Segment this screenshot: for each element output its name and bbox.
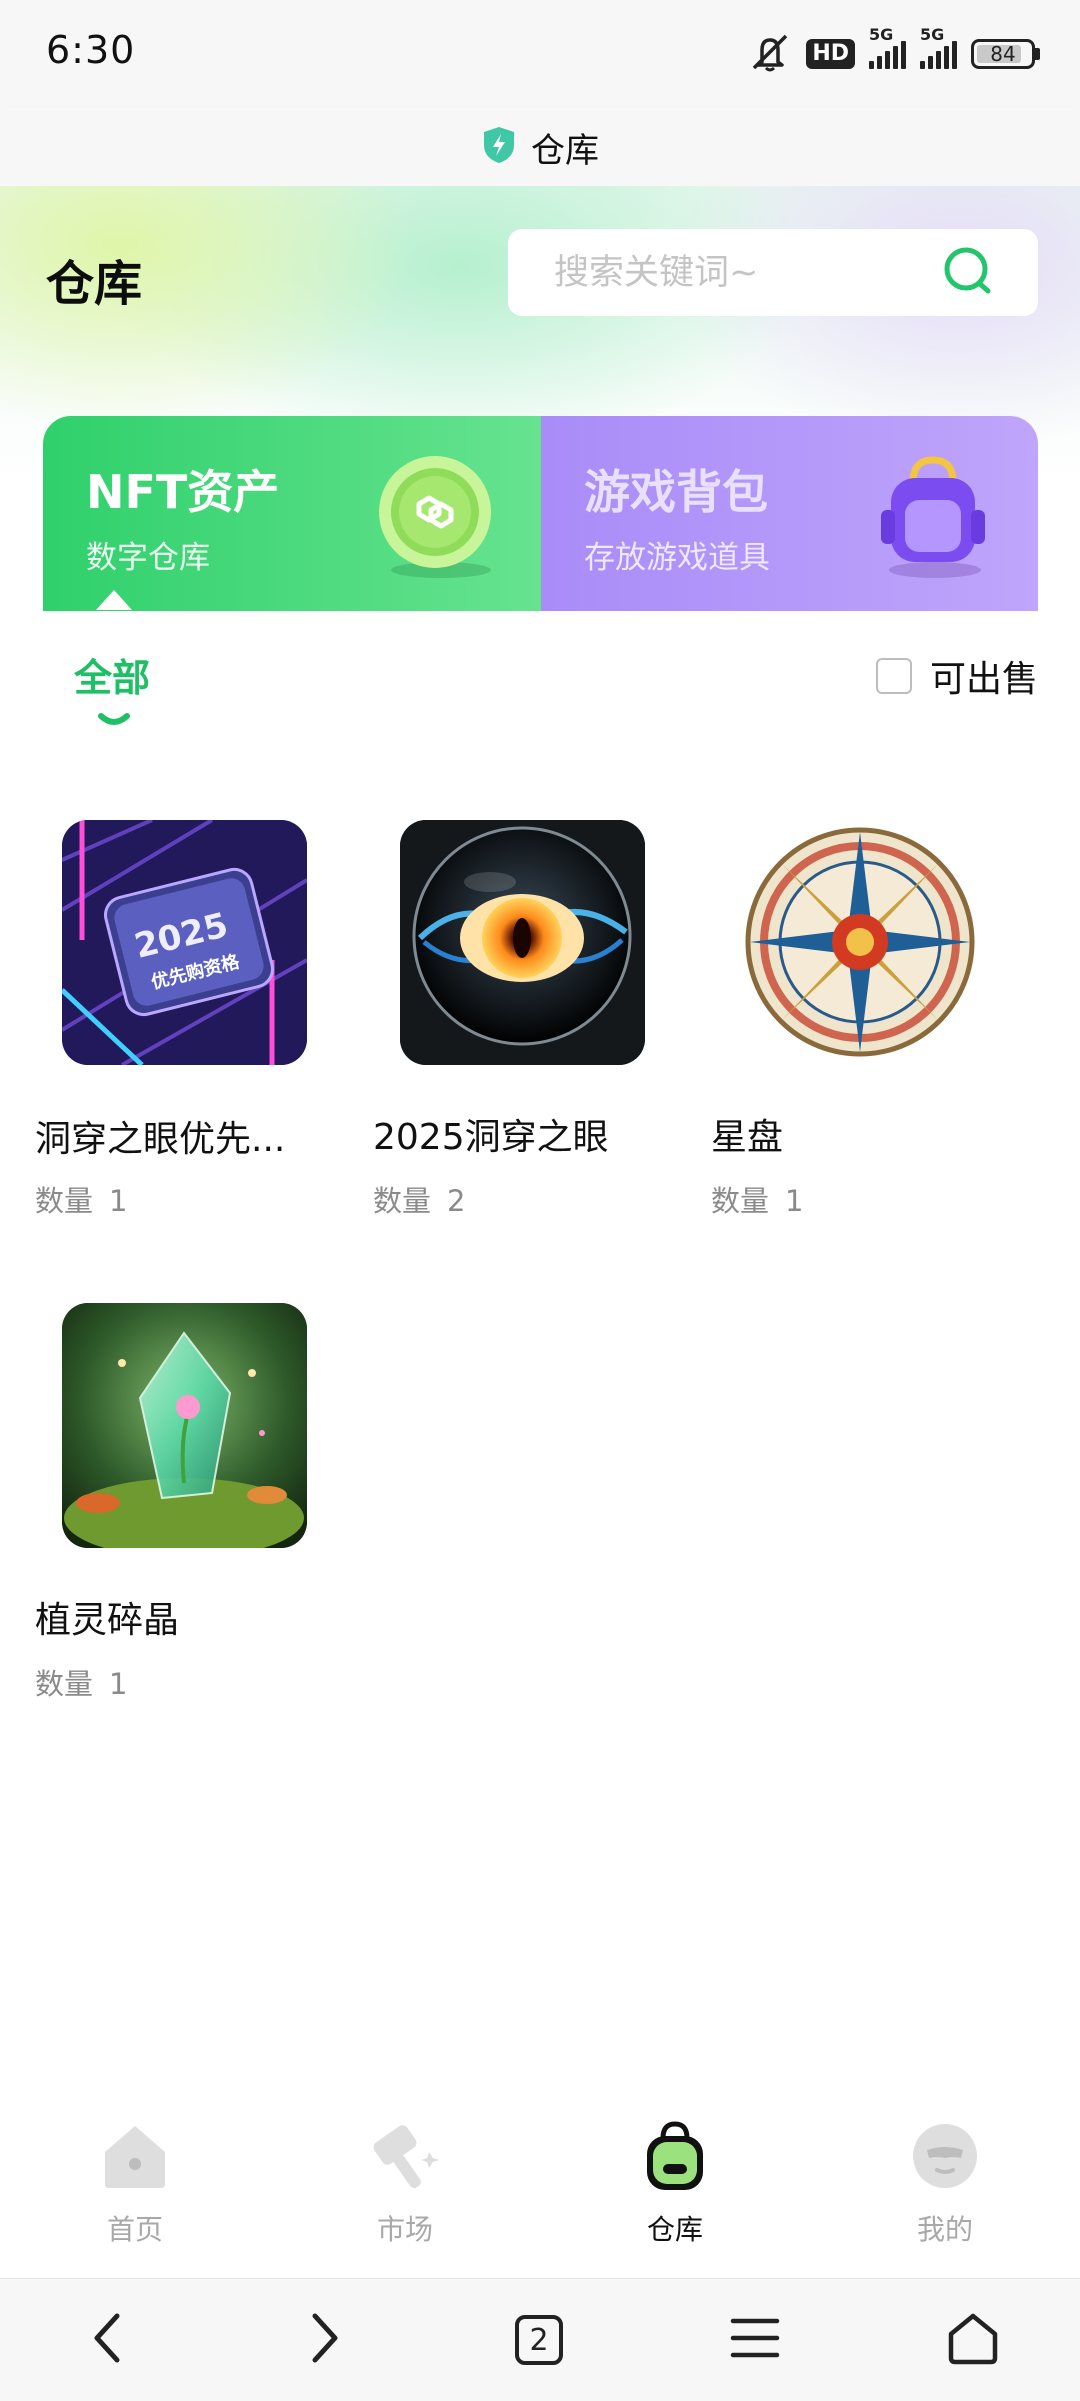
backpack-icon bbox=[877, 452, 987, 586]
quantity-value: 1 bbox=[785, 1184, 804, 1218]
battery-percent: 84 bbox=[990, 42, 1016, 66]
page-title: 仓库 bbox=[46, 256, 143, 312]
item-name: 2025洞穿之眼 bbox=[373, 1117, 609, 1158]
home-button[interactable] bbox=[940, 2307, 1006, 2373]
hd-voice-badge: HD bbox=[806, 39, 855, 69]
crystal-shard-image bbox=[62, 1303, 307, 1548]
item-quantity: 数量 1 bbox=[35, 1661, 143, 1703]
back-button[interactable] bbox=[74, 2307, 140, 2373]
battery-icon: 84 bbox=[971, 39, 1035, 69]
quantity-value: 2 bbox=[447, 1184, 466, 1218]
battery-tip bbox=[1035, 48, 1040, 60]
signal-icon-1: 5G bbox=[869, 25, 906, 69]
search-box[interactable] bbox=[508, 229, 1038, 316]
nav-label: 我的 bbox=[916, 2213, 973, 2246]
sellable-filter[interactable]: 可出售 bbox=[875, 650, 1038, 702]
browser-title-bar: 仓库 bbox=[0, 108, 1080, 186]
home-icon bbox=[97, 2118, 173, 2198]
polygon-coin-icon bbox=[373, 452, 503, 586]
sellable-checkbox[interactable] bbox=[875, 658, 912, 694]
tabs-button[interactable]: 2 bbox=[506, 2307, 572, 2373]
nav-profile[interactable]: 我的 bbox=[845, 2118, 1045, 2248]
item-name: 洞穿之眼优先... bbox=[35, 1119, 286, 1160]
browser-title: 仓库 bbox=[531, 130, 599, 171]
tab-count: 2 bbox=[529, 2322, 549, 2358]
eye-orb-image bbox=[400, 820, 645, 1065]
item-quantity: 数量 1 bbox=[711, 1178, 819, 1220]
signal-icon-2: 5G bbox=[920, 25, 957, 69]
2025-priority-badge-image: 2025 优先购资格 bbox=[62, 820, 307, 1065]
category-game-backpack[interactable]: 游戏背包 存放游戏道具 bbox=[541, 416, 1038, 611]
shield-icon bbox=[481, 125, 517, 169]
nav-market[interactable]: 市场 bbox=[305, 2118, 505, 2248]
home-outline-icon bbox=[945, 2310, 1001, 2370]
category-nft-assets[interactable]: NFT资产 数字仓库 bbox=[43, 416, 541, 611]
search-icon[interactable] bbox=[942, 245, 994, 301]
search-input[interactable] bbox=[552, 251, 936, 294]
category-title: 游戏背包 bbox=[584, 465, 768, 519]
item-name: 星盘 bbox=[711, 1117, 784, 1158]
browser-toolbar: 2 bbox=[0, 2278, 1080, 2401]
mute-icon bbox=[748, 32, 792, 76]
nav-label: 首页 bbox=[106, 2213, 163, 2246]
hammer-icon bbox=[367, 2118, 443, 2198]
menu-button[interactable] bbox=[722, 2307, 788, 2373]
backpack-icon bbox=[637, 2118, 713, 2198]
quantity-label: 数量 bbox=[711, 1184, 770, 1218]
nav-label: 仓库 bbox=[646, 2213, 703, 2246]
nav-home[interactable]: 首页 bbox=[35, 2118, 235, 2248]
bottom-nav: 首页 市场 仓库 我的 bbox=[0, 2100, 1080, 2278]
tab-active-indicator bbox=[97, 712, 131, 732]
status-icons: HD 5G 5G 84 bbox=[748, 25, 1040, 78]
tab-all[interactable]: 全部 bbox=[74, 647, 150, 702]
forward-button[interactable] bbox=[292, 2307, 358, 2373]
sellable-label: 可出售 bbox=[929, 659, 1038, 700]
quantity-value: 1 bbox=[109, 1667, 128, 1701]
category-title: NFT资产 bbox=[86, 465, 280, 519]
category-subtitle: 存放游戏道具 bbox=[584, 540, 770, 576]
item-quantity: 数量 2 bbox=[373, 1178, 481, 1220]
battery-indicator: 84 bbox=[971, 39, 1040, 69]
nav-warehouse[interactable]: 仓库 bbox=[575, 2118, 775, 2248]
compass-rose-image bbox=[738, 820, 983, 1065]
tabs-icon: 2 bbox=[515, 2315, 563, 2365]
quantity-value: 1 bbox=[109, 1184, 128, 1218]
item-quantity: 数量 1 bbox=[35, 1178, 143, 1220]
active-card-pointer bbox=[96, 590, 132, 610]
quantity-label: 数量 bbox=[35, 1667, 94, 1701]
chevron-right-icon bbox=[305, 2310, 345, 2370]
status-time: 6:30 bbox=[46, 28, 136, 72]
category-subtitle: 数字仓库 bbox=[86, 540, 210, 576]
nav-label: 市场 bbox=[376, 2213, 433, 2246]
quantity-label: 数量 bbox=[35, 1184, 94, 1218]
item-name: 植灵碎晶 bbox=[35, 1600, 180, 1641]
signal-2-label: 5G bbox=[920, 25, 945, 44]
profile-icon bbox=[907, 2118, 983, 2198]
chevron-left-icon bbox=[87, 2310, 127, 2370]
quantity-label: 数量 bbox=[373, 1184, 432, 1218]
menu-icon bbox=[729, 2315, 781, 2365]
signal-1-label: 5G bbox=[869, 25, 894, 44]
